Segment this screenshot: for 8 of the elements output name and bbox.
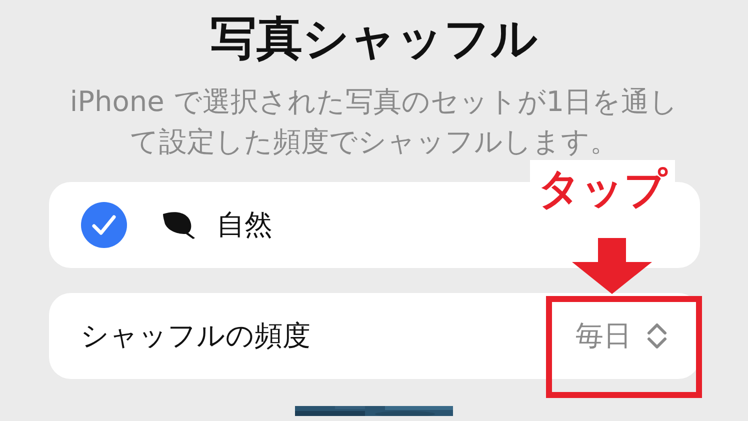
frequency-label: シャッフルの頻度: [80, 318, 312, 354]
description: iPhone で選択された写真のセットが1日を通して設定した頻度でシャッフルします。: [68, 84, 680, 160]
arrow-icon: [572, 238, 652, 294]
chevron-up-down-icon: [646, 322, 668, 350]
checkbox-icon[interactable]: [80, 202, 126, 248]
album-label: 自然: [216, 207, 272, 243]
leaf-icon: [160, 210, 196, 240]
screen-title: 写真シャッフル: [210, 10, 538, 67]
